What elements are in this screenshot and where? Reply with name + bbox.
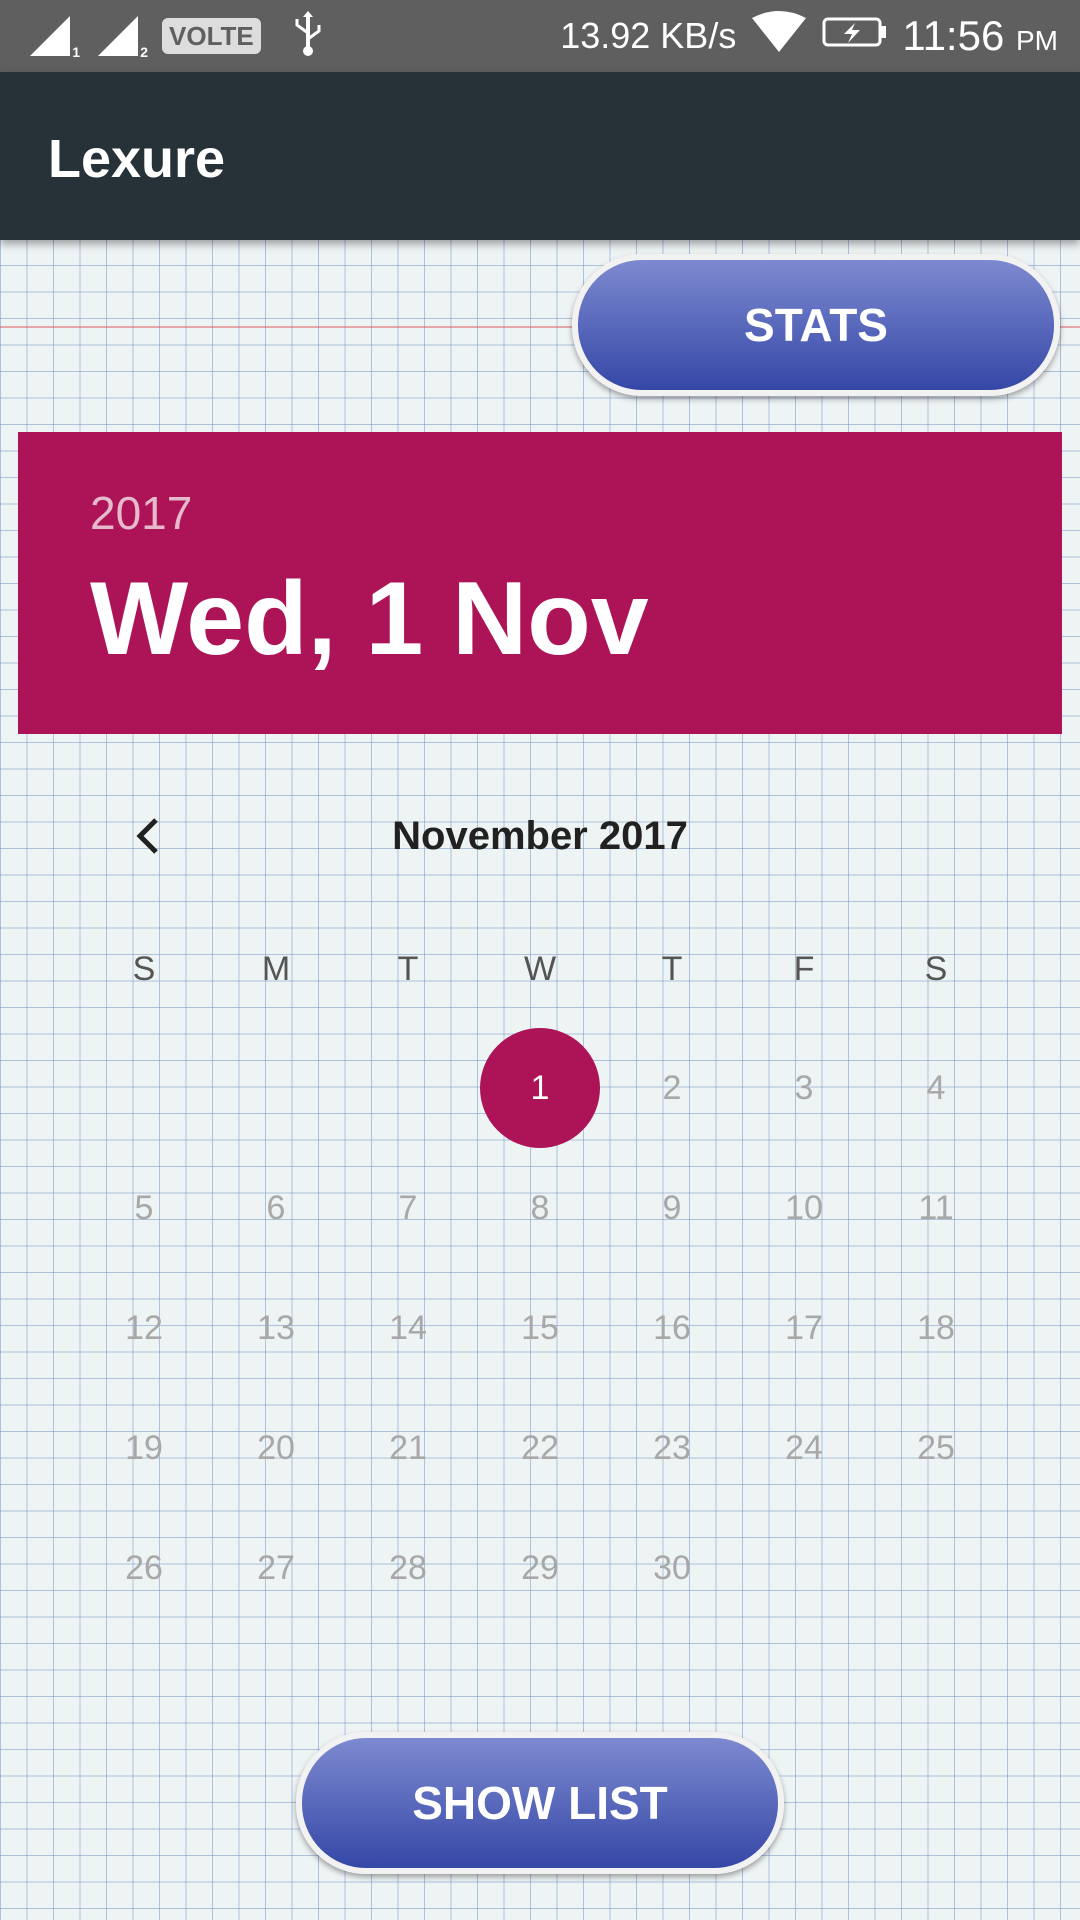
- calendar-day[interactable]: 5: [84, 1178, 204, 1238]
- calendar-day[interactable]: 21: [348, 1418, 468, 1478]
- calendar-day[interactable]: 8: [480, 1178, 600, 1238]
- calendar-day[interactable]: 14: [348, 1298, 468, 1358]
- app-bar: Lexure: [0, 72, 1080, 240]
- calendar-day[interactable]: 10: [744, 1178, 864, 1238]
- previous-month-button[interactable]: [120, 806, 180, 866]
- calendar-day[interactable]: 13: [216, 1298, 336, 1358]
- month-title: November 2017: [392, 814, 688, 858]
- chevron-left-icon: [136, 818, 158, 854]
- show-list-button[interactable]: SHOW LIST: [296, 1732, 784, 1874]
- calendar-day[interactable]: 16: [612, 1298, 732, 1358]
- weekday-label: T: [397, 950, 419, 988]
- calendar-day[interactable]: 20: [216, 1418, 336, 1478]
- calendar-day[interactable]: 25: [876, 1418, 996, 1478]
- wifi-icon: [750, 10, 808, 63]
- clock: 11:56 PM: [902, 12, 1058, 60]
- calendar-day[interactable]: 7: [348, 1178, 468, 1238]
- calendar-day[interactable]: 24: [744, 1418, 864, 1478]
- sim1-label: 1: [72, 44, 80, 60]
- calendar-day[interactable]: 17: [744, 1298, 864, 1358]
- usb-icon: [291, 10, 325, 62]
- weekday-label: S: [132, 950, 156, 988]
- weekday-label: S: [924, 950, 948, 988]
- weekday-label: F: [793, 950, 815, 988]
- app-title: Lexure: [48, 129, 226, 189]
- calendar-day[interactable]: 30: [612, 1538, 732, 1598]
- selected-date[interactable]: Wed, 1 Nov: [90, 560, 649, 679]
- clock-time: 11:56: [902, 12, 1005, 59]
- status-left: 1 2 VOLTE: [28, 10, 325, 60]
- calendar-day[interactable]: 23: [612, 1418, 732, 1478]
- calendar-day[interactable]: 2: [612, 1058, 732, 1118]
- calendar-day[interactable]: 26: [84, 1538, 204, 1598]
- selected-year[interactable]: 2017: [90, 486, 192, 540]
- date-header: 2017 Wed, 1 Nov: [18, 432, 1062, 734]
- calendar-day[interactable]: 27: [216, 1538, 336, 1598]
- calendar-day[interactable]: 15: [480, 1298, 600, 1358]
- calendar-day[interactable]: 11: [876, 1178, 996, 1238]
- clock-ampm: PM: [1016, 25, 1058, 56]
- stats-button[interactable]: STATS: [572, 254, 1060, 396]
- network-speed: 13.92 KB/s: [560, 15, 737, 56]
- calendar-day[interactable]: 3: [744, 1058, 864, 1118]
- calendar-day[interactable]: 28: [348, 1538, 468, 1598]
- calendar-day[interactable]: 22: [480, 1418, 600, 1478]
- weekday-label: W: [523, 950, 557, 988]
- volte-badge: VOLTE: [162, 18, 261, 54]
- calendar-day[interactable]: 19: [84, 1418, 204, 1478]
- calendar-day[interactable]: 29: [480, 1538, 600, 1598]
- weekday-label: T: [661, 950, 683, 988]
- calendar-day[interactable]: 4: [876, 1058, 996, 1118]
- signal-sim2-icon: 2: [96, 14, 148, 60]
- sim2-label: 2: [140, 44, 148, 60]
- calendar-day[interactable]: 6: [216, 1178, 336, 1238]
- status-bar: 1 2 VOLTE 13.92 KB/s 11:56 PM: [0, 0, 1080, 72]
- calendar-day[interactable]: 9: [612, 1178, 732, 1238]
- battery-icon: [822, 15, 888, 58]
- calendar-day-selected[interactable]: 1: [480, 1028, 600, 1148]
- calendar-day[interactable]: 18: [876, 1298, 996, 1358]
- signal-sim1-icon: 1: [28, 14, 80, 60]
- status-right: 13.92 KB/s 11:56 PM: [560, 10, 1058, 62]
- calendar-day[interactable]: 12: [84, 1298, 204, 1358]
- weekday-label: M: [261, 950, 291, 988]
